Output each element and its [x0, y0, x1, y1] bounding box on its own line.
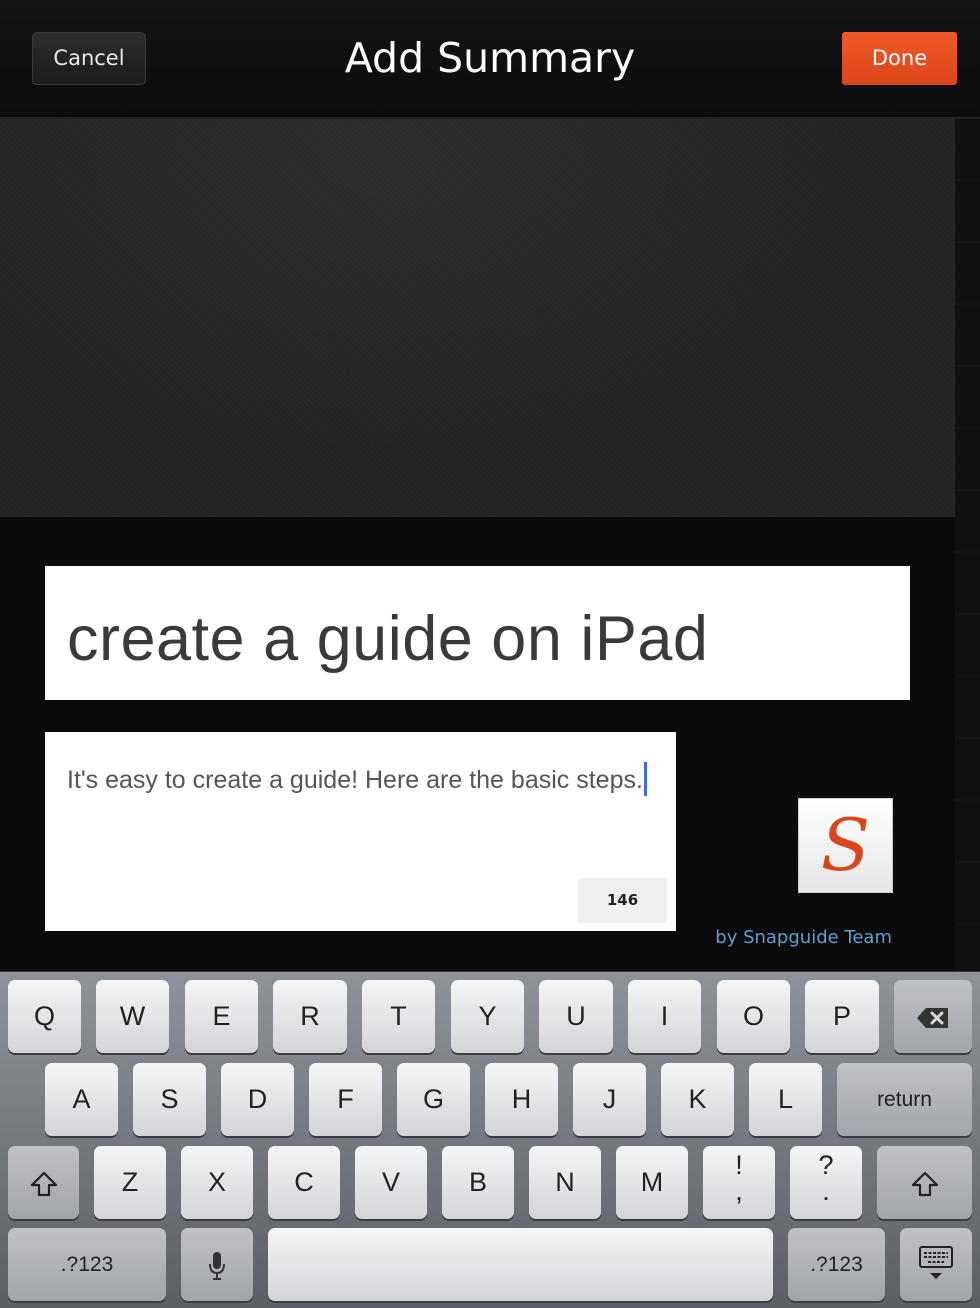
key-exclaim-top: !	[735, 1150, 743, 1180]
key-p[interactable]: P	[805, 980, 879, 1053]
key-u[interactable]: U	[539, 980, 613, 1053]
numbers-key-left[interactable]: .?123	[8, 1228, 166, 1301]
dismiss-keyboard-key[interactable]	[900, 1228, 972, 1301]
character-counter: 146	[578, 878, 667, 923]
backspace-icon	[917, 1007, 948, 1028]
numbers-key-right[interactable]: .?123	[788, 1228, 885, 1301]
key-y[interactable]: Y	[451, 980, 524, 1053]
key-g[interactable]: G	[397, 1063, 470, 1136]
key-d[interactable]: D	[221, 1063, 294, 1136]
key-j[interactable]: J	[573, 1063, 646, 1136]
shift-key-left[interactable]	[8, 1146, 79, 1219]
key-h[interactable]: H	[485, 1063, 558, 1136]
top-nav-bar: Cancel Add Summary Done	[0, 0, 980, 119]
key-q[interactable]: Q	[8, 980, 81, 1053]
key-question-top: ?	[818, 1150, 834, 1180]
done-button[interactable]: Done	[842, 32, 957, 85]
key-n[interactable]: N	[529, 1146, 601, 1219]
key-a[interactable]: A	[45, 1063, 118, 1136]
key-w[interactable]: W	[96, 980, 169, 1053]
key-b[interactable]: B	[442, 1146, 514, 1219]
guide-title-field[interactable]: create a guide on iPad	[45, 566, 910, 700]
backspace-key[interactable]	[894, 980, 972, 1053]
key-f[interactable]: F	[309, 1063, 382, 1136]
return-key[interactable]: return	[837, 1063, 972, 1136]
key-o[interactable]: O	[717, 980, 790, 1053]
microphone-icon	[209, 1251, 225, 1280]
page-title: Add Summary	[344, 34, 636, 82]
key-e[interactable]: E	[185, 980, 258, 1053]
logo-letter: S	[820, 803, 871, 887]
key-v[interactable]: V	[355, 1146, 427, 1219]
summary-text: It's easy to create a guide! Here are th…	[67, 766, 643, 794]
key-c[interactable]: C	[268, 1146, 340, 1219]
author-byline[interactable]: by Snapguide Team	[700, 927, 892, 948]
key-i[interactable]: I	[628, 980, 701, 1053]
key-question-bottom: .	[822, 1176, 830, 1206]
cover-image-area[interactable]	[0, 119, 955, 517]
key-k[interactable]: K	[661, 1063, 734, 1136]
key-x[interactable]: X	[181, 1146, 253, 1219]
key-r[interactable]: R	[273, 980, 347, 1053]
key-z[interactable]: Z	[94, 1146, 166, 1219]
snapguide-logo: S	[798, 798, 893, 893]
shift-icon	[911, 1171, 938, 1196]
shift-icon	[30, 1171, 57, 1196]
key-m[interactable]: M	[616, 1146, 688, 1219]
key-t[interactable]: T	[362, 980, 435, 1053]
key-exclaim-bottom: ,	[735, 1176, 743, 1206]
key-question-period[interactable]: ? .	[790, 1146, 862, 1219]
keyboard-dismiss-icon	[919, 1246, 953, 1279]
summary-text-wrapper: It's easy to create a guide! Here are th…	[67, 762, 647, 796]
on-screen-keyboard: Q W E R T Y U I O P A S D F G H J K L re…	[0, 971, 980, 1308]
text-cursor	[643, 762, 647, 796]
side-strip	[955, 119, 980, 971]
summary-field[interactable]: It's easy to create a guide! Here are th…	[45, 732, 676, 931]
dictation-key[interactable]	[181, 1228, 253, 1301]
space-bar[interactable]	[268, 1228, 773, 1301]
key-s[interactable]: S	[133, 1063, 206, 1136]
shift-key-right[interactable]	[877, 1146, 972, 1219]
key-l[interactable]: L	[749, 1063, 822, 1136]
key-exclaim-comma[interactable]: ! ,	[703, 1146, 775, 1219]
